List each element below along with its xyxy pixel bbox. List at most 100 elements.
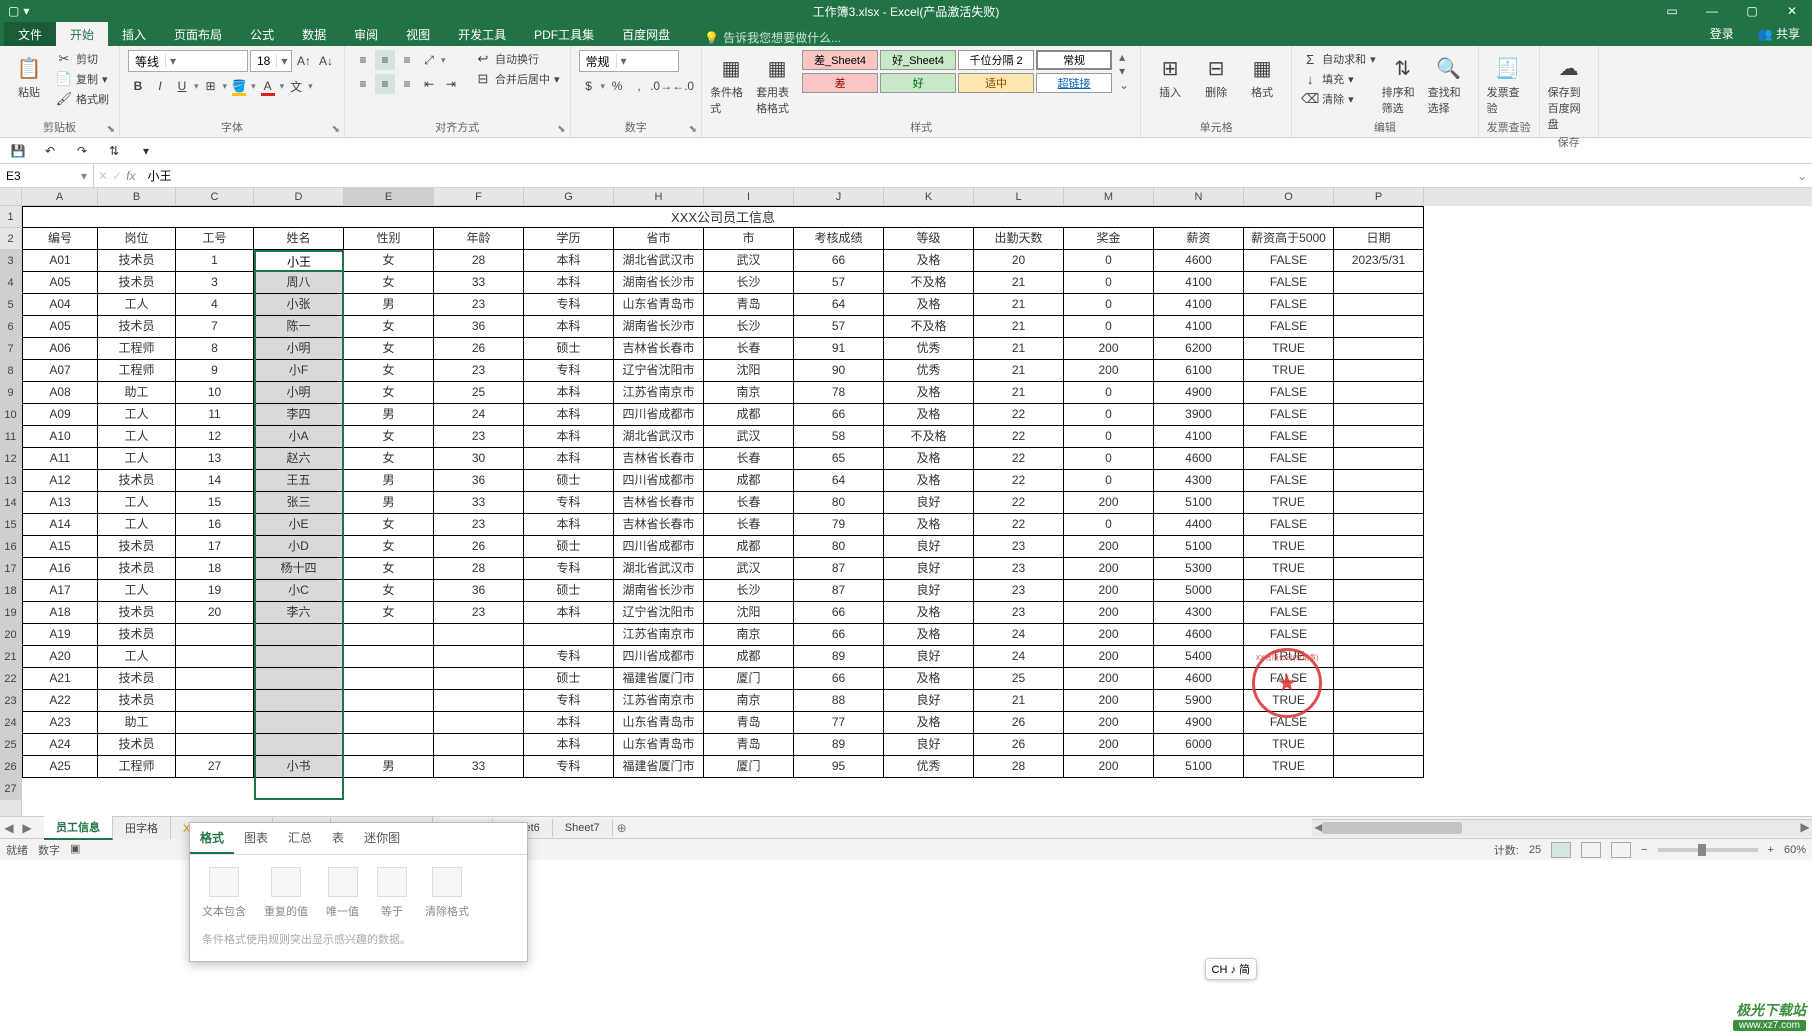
data-cell[interactable]: 技术员: [98, 734, 176, 756]
data-cell[interactable]: 33: [434, 756, 524, 778]
data-cell[interactable]: 0: [1064, 316, 1154, 338]
data-cell[interactable]: 女: [344, 602, 434, 624]
data-cell[interactable]: 79: [794, 514, 884, 536]
row-header-25[interactable]: 25: [0, 734, 21, 756]
data-cell[interactable]: 技术员: [98, 690, 176, 712]
data-cell[interactable]: 女: [344, 338, 434, 360]
header-cell[interactable]: 薪资: [1154, 228, 1244, 250]
page-layout-view-button[interactable]: [1581, 842, 1601, 858]
decrease-indent-button[interactable]: ⇤: [419, 74, 439, 94]
data-cell[interactable]: [1334, 360, 1424, 382]
data-cell[interactable]: 王五: [254, 470, 344, 492]
data-cell[interactable]: [1334, 404, 1424, 426]
data-cell[interactable]: 湖北省武汉市: [614, 250, 704, 272]
paste-button[interactable]: 📋 粘贴: [8, 50, 50, 100]
data-cell[interactable]: [344, 624, 434, 646]
italic-button[interactable]: I: [150, 76, 170, 96]
style-normal[interactable]: 常规: [1036, 50, 1112, 70]
name-box[interactable]: E3 ▾: [0, 164, 94, 187]
data-cell[interactable]: 男: [344, 404, 434, 426]
data-cell[interactable]: [1334, 470, 1424, 492]
data-cell[interactable]: 技术员: [98, 602, 176, 624]
data-cell[interactable]: 25: [974, 668, 1064, 690]
data-cell[interactable]: 山东省青岛市: [614, 712, 704, 734]
data-cell[interactable]: 技术员: [98, 250, 176, 272]
data-cell[interactable]: 5900: [1154, 690, 1244, 712]
data-cell[interactable]: A18: [22, 602, 98, 624]
data-cell[interactable]: 武汉: [704, 250, 794, 272]
data-cell[interactable]: 工人: [98, 646, 176, 668]
data-cell[interactable]: 成都: [704, 536, 794, 558]
save-baidu-button[interactable]: ☁保存到百度网盘: [1548, 50, 1590, 132]
data-cell[interactable]: 专科: [524, 756, 614, 778]
data-cell[interactable]: A15: [22, 536, 98, 558]
data-cell[interactable]: 及格: [884, 668, 974, 690]
redo-button[interactable]: ↷: [72, 141, 92, 161]
data-cell[interactable]: 200: [1064, 558, 1154, 580]
align-bottom-button[interactable]: ≡: [397, 50, 417, 70]
data-cell[interactable]: 女: [344, 382, 434, 404]
row-header-12[interactable]: 12: [0, 448, 21, 470]
formula-cancel-button[interactable]: ✕: [98, 169, 108, 183]
data-cell[interactable]: 武汉: [704, 558, 794, 580]
data-cell[interactable]: 及格: [884, 382, 974, 404]
chevron-down-icon[interactable]: ▾: [441, 55, 446, 66]
row-header-10[interactable]: 10: [0, 404, 21, 426]
data-cell[interactable]: 200: [1064, 360, 1154, 382]
painter-button[interactable]: 🖌格式刷: [54, 90, 111, 108]
horizontal-scrollbar[interactable]: ◀ ▶: [1312, 819, 1812, 837]
active-cell[interactable]: 小王: [254, 250, 344, 272]
data-cell[interactable]: [1334, 492, 1424, 514]
data-cell[interactable]: 陈一: [254, 316, 344, 338]
data-cell[interactable]: 工人: [98, 448, 176, 470]
data-cell[interactable]: 78: [794, 382, 884, 404]
data-cell[interactable]: 80: [794, 492, 884, 514]
formula-expand-button[interactable]: ⌄: [1792, 169, 1812, 183]
data-cell[interactable]: [1334, 316, 1424, 338]
font-color-button[interactable]: A: [258, 76, 278, 96]
tab-insert[interactable]: 插入: [108, 22, 160, 46]
header-cell[interactable]: 等级: [884, 228, 974, 250]
data-cell[interactable]: [1334, 646, 1424, 668]
data-cell[interactable]: 200: [1064, 602, 1154, 624]
data-cell[interactable]: 87: [794, 580, 884, 602]
increase-indent-button[interactable]: ⇥: [441, 74, 461, 94]
data-cell[interactable]: 专科: [524, 690, 614, 712]
data-cell[interactable]: 91: [794, 338, 884, 360]
data-cell[interactable]: [176, 624, 254, 646]
row-header-20[interactable]: 20: [0, 624, 21, 646]
row-header-16[interactable]: 16: [0, 536, 21, 558]
ribbon-display-button[interactable]: ▭: [1652, 0, 1692, 22]
percent-button[interactable]: %: [607, 76, 627, 96]
data-cell[interactable]: [434, 668, 524, 690]
data-cell[interactable]: [1334, 426, 1424, 448]
data-cell[interactable]: 小张: [254, 294, 344, 316]
formula-enter-button[interactable]: ✓: [112, 169, 122, 183]
data-cell[interactable]: 0: [1064, 448, 1154, 470]
data-cell[interactable]: 200: [1064, 492, 1154, 514]
data-cell[interactable]: 专科: [524, 558, 614, 580]
data-cell[interactable]: [1334, 690, 1424, 712]
data-cell[interactable]: 女: [344, 272, 434, 294]
data-cell[interactable]: 小C: [254, 580, 344, 602]
data-cell[interactable]: 23: [434, 602, 524, 624]
data-cell[interactable]: 良好: [884, 690, 974, 712]
data-cell[interactable]: 成都: [704, 404, 794, 426]
header-cell[interactable]: 日期: [1334, 228, 1424, 250]
align-left-button[interactable]: ≡: [353, 74, 373, 94]
data-cell[interactable]: 男: [344, 492, 434, 514]
data-cell[interactable]: 工人: [98, 294, 176, 316]
data-cell[interactable]: 16: [176, 514, 254, 536]
data-cell[interactable]: 36: [434, 580, 524, 602]
data-cell[interactable]: 24: [434, 404, 524, 426]
autosum-button[interactable]: Σ自动求和 ▾: [1300, 50, 1378, 68]
data-cell[interactable]: TRUE: [1244, 492, 1334, 514]
data-cell[interactable]: 硕士: [524, 668, 614, 690]
data-cell[interactable]: 良好: [884, 580, 974, 602]
header-cell[interactable]: 省市: [614, 228, 704, 250]
data-cell[interactable]: 20: [176, 602, 254, 624]
data-cell[interactable]: 工人: [98, 580, 176, 602]
qa-option[interactable]: 重复的值: [264, 867, 308, 919]
data-cell[interactable]: 24: [974, 624, 1064, 646]
zoom-in-button[interactable]: +: [1768, 844, 1774, 856]
